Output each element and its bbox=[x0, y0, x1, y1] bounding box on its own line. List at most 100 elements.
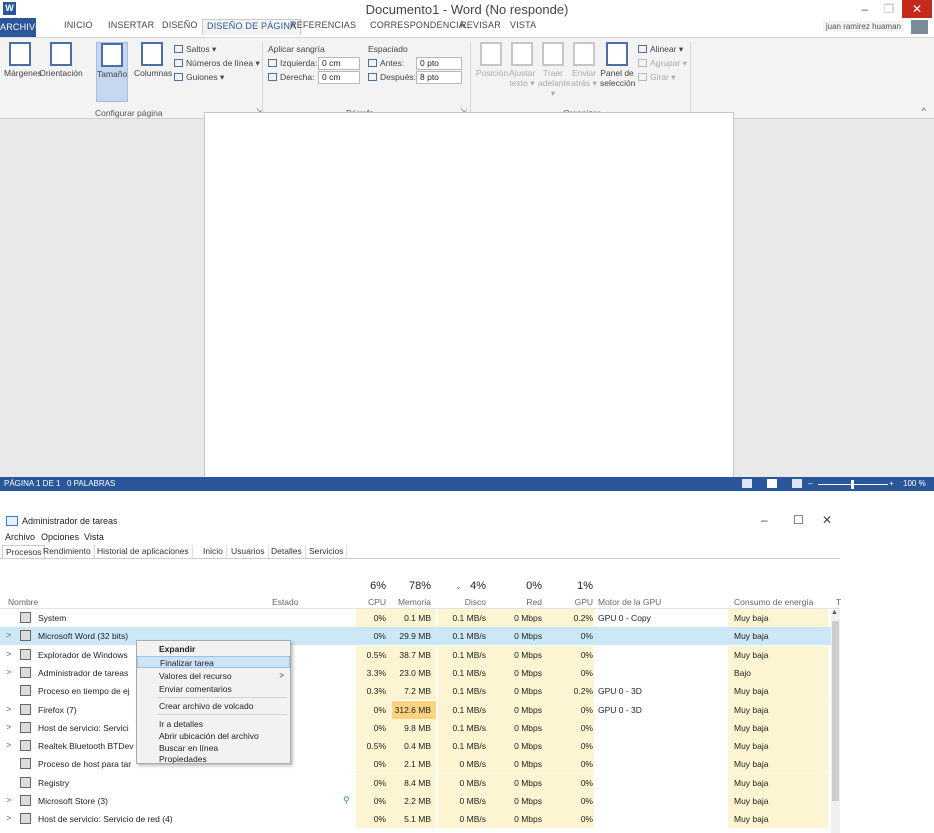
group-objects-button[interactable]: Agrupar ▾ bbox=[638, 58, 687, 69]
cell-mem: 38.7 MB bbox=[399, 649, 431, 660]
cell-disk: 0.1 MB/s bbox=[452, 613, 486, 623]
document-page[interactable] bbox=[204, 112, 734, 477]
expand-chevron-icon[interactable]: > bbox=[6, 813, 11, 823]
table-row[interactable]: Registry 0% 8.4 MB 0 MB/s 0 Mbps 0% Muy baja bbox=[0, 773, 840, 792]
expand-chevron-icon[interactable]: > bbox=[6, 704, 11, 714]
maximize-button[interactable]: ☐ bbox=[793, 513, 804, 527]
table-row[interactable]: > Administrador de tareas 3.3% 23.0 MB 0.1 M… bbox=[0, 663, 840, 682]
size-button[interactable]: Tamaño bbox=[96, 42, 128, 102]
indent-left-field[interactable]: 0 cm bbox=[318, 57, 360, 70]
table-row[interactable]: > Explorador de Windows 0.5% 38.7 MB 0.1 MB/… bbox=[0, 645, 840, 664]
web-layout-icon[interactable] bbox=[792, 479, 802, 488]
menu-item-send-feedback[interactable]: Enviar comentarios bbox=[137, 683, 290, 695]
send-backward-button[interactable]: Enviar atrás ▾ bbox=[570, 42, 598, 89]
column-memory[interactable]: Memoria bbox=[391, 597, 431, 607]
column-name[interactable]: Nombre bbox=[8, 597, 38, 607]
menu-view[interactable]: Vista bbox=[84, 532, 104, 542]
tab-references[interactable]: REFERENCIAS bbox=[290, 20, 356, 30]
menu-item-expand[interactable]: Expandir bbox=[137, 643, 290, 655]
column-disk[interactable]: Disco bbox=[446, 597, 486, 607]
menu-file[interactable]: Archivo bbox=[5, 532, 35, 542]
table-row[interactable]: > Microsoft Store (3) ⚲ 0% 2.2 MB 0 MB/s 0 Mbp… bbox=[0, 792, 840, 810]
hyphenation-button[interactable]: Guiones ▾ bbox=[174, 72, 224, 83]
tab-page-layout[interactable]: DISEÑO DE PÁGINA bbox=[202, 19, 302, 35]
zoom-in-icon[interactable]: + bbox=[889, 479, 894, 488]
tab-services[interactable]: Servicios bbox=[306, 545, 348, 559]
table-row[interactable]: > Host de servicio: Servicio de red (4) 0%… bbox=[0, 810, 840, 829]
column-network[interactable]: Red bbox=[502, 597, 542, 607]
menu-item-end-task[interactable]: Finalizar tarea bbox=[137, 656, 290, 668]
line-numbers-button[interactable]: Números de línea ▾ bbox=[174, 58, 260, 69]
minimize-button[interactable]: – bbox=[761, 513, 768, 527]
menu-item-open-file-location[interactable]: Abrir ubicación del archivo bbox=[137, 730, 290, 742]
expand-chevron-icon[interactable]: > bbox=[6, 795, 11, 805]
position-button[interactable]: Posición bbox=[476, 42, 508, 78]
zoom-out-icon[interactable]: – bbox=[808, 479, 812, 488]
spacing-after-field[interactable]: 8 pto bbox=[416, 71, 462, 84]
expand-chevron-icon[interactable]: > bbox=[6, 667, 11, 677]
close-button[interactable]: ✕ bbox=[902, 0, 932, 18]
close-button[interactable]: ✕ bbox=[822, 513, 832, 527]
tab-mailings[interactable]: CORRESPONDENCIA bbox=[370, 20, 465, 30]
word-count[interactable]: 0 PALABRAS bbox=[67, 479, 115, 488]
tab-file[interactable]: ARCHIVO bbox=[0, 18, 42, 37]
table-row[interactable]: Proceso de host para tar 0% 2.1 MB 0 MB/s 0 … bbox=[0, 755, 840, 774]
column-power-trend[interactable]: T bbox=[836, 597, 841, 607]
menu-item-properties[interactable]: Propiedades bbox=[137, 753, 290, 765]
menu-item-create-dump[interactable]: Crear archivo de volcado bbox=[137, 700, 290, 712]
menu-item-resource-values[interactable]: Valores del recurso > bbox=[137, 670, 290, 682]
column-power-usage[interactable]: Consumo de energía bbox=[734, 597, 813, 607]
column-cpu[interactable]: CPU bbox=[346, 597, 386, 607]
tab-details[interactable]: Detalles bbox=[268, 545, 306, 559]
tab-app-history[interactable]: Historial de aplicaciones bbox=[94, 545, 193, 559]
tab-design[interactable]: DISEÑO bbox=[162, 20, 198, 30]
menu-options[interactable]: Opciones bbox=[41, 532, 79, 542]
zoom-slider-thumb[interactable] bbox=[851, 480, 854, 489]
bring-forward-button[interactable]: Traer adelante ▾ bbox=[538, 42, 571, 99]
tab-insert[interactable]: INSERTAR bbox=[108, 20, 154, 30]
margins-button[interactable]: Márgenes bbox=[4, 42, 42, 78]
breaks-button[interactable]: Saltos ▾ bbox=[174, 44, 216, 55]
table-row[interactable]: Proceso en tiempo de ej 0.3% 7.2 MB 0.1 MB/… bbox=[0, 682, 840, 701]
expand-chevron-icon[interactable]: > bbox=[6, 722, 11, 732]
column-gpu[interactable]: GPU bbox=[553, 597, 593, 607]
column-gpu-engine[interactable]: Motor de la GPU bbox=[598, 597, 661, 607]
rotate-button[interactable]: Girar ▾ bbox=[638, 72, 676, 83]
selection-pane-button[interactable]: Panel de selección bbox=[600, 42, 635, 88]
wrap-text-button[interactable]: Ajustar texto ▾ bbox=[508, 42, 536, 89]
page-count[interactable]: PÁGINA 1 DE 1 bbox=[4, 479, 60, 488]
tab-users[interactable]: Usuarios bbox=[228, 545, 269, 559]
table-row[interactable]: > Host de servicio: Servici 0% 9.8 MB 0.1 MB… bbox=[0, 718, 840, 737]
restore-button[interactable]: ❐ bbox=[877, 0, 901, 18]
collapse-ribbon-icon[interactable]: ^ bbox=[922, 106, 926, 116]
column-status[interactable]: Estado bbox=[272, 597, 298, 607]
scroll-up-icon[interactable]: ▲ bbox=[831, 609, 838, 616]
tab-review[interactable]: REVISAR bbox=[460, 20, 501, 30]
table-row[interactable]: System 0% 0.1 MB 0.1 MB/s 0 Mbps 0.2% GPU 0 - … bbox=[0, 609, 840, 627]
table-row[interactable]: > Microsoft Word (32 bits) 0% 29.9 MB 0.1 MB… bbox=[0, 627, 840, 646]
table-row[interactable]: > Firefox (7) 0% 312.6 MB 0.1 MB/s 0 Mbps 0% GP… bbox=[0, 700, 840, 719]
table-row[interactable]: > Realtek Bluetooth BTDev 0.5% 0.4 MB 0.1 MB… bbox=[0, 737, 840, 756]
zoom-level[interactable]: 100 % bbox=[903, 479, 926, 488]
spacing-before-field[interactable]: 0 pto bbox=[416, 57, 462, 70]
user-name[interactable]: juan ramirez huaman bbox=[822, 21, 904, 32]
tab-processes[interactable]: Procesos bbox=[2, 545, 46, 559]
print-layout-icon[interactable] bbox=[767, 479, 777, 488]
minimize-button[interactable]: – bbox=[853, 0, 877, 18]
expand-chevron-icon[interactable]: > bbox=[6, 740, 11, 750]
tab-view[interactable]: VISTA bbox=[510, 20, 536, 30]
tab-startup[interactable]: Inicio bbox=[200, 545, 227, 559]
avatar[interactable] bbox=[911, 20, 928, 34]
columns-button[interactable]: Columnas bbox=[134, 42, 172, 78]
align-button[interactable]: Alinear ▾ bbox=[638, 44, 683, 55]
tab-performance[interactable]: Rendimiento bbox=[40, 545, 95, 559]
scrollbar-thumb[interactable] bbox=[832, 621, 839, 801]
read-mode-icon[interactable] bbox=[742, 479, 752, 488]
tab-home[interactable]: INICIO bbox=[64, 20, 93, 30]
menu-item-go-to-details[interactable]: Ir a detalles bbox=[137, 718, 290, 730]
indent-right-field[interactable]: 0 cm bbox=[318, 71, 360, 84]
expand-chevron-icon[interactable]: > bbox=[6, 630, 11, 640]
cell-disk: 0.1 MB/s bbox=[452, 722, 486, 733]
orientation-button[interactable]: Orientación bbox=[38, 42, 84, 78]
expand-chevron-icon[interactable]: > bbox=[6, 649, 11, 659]
